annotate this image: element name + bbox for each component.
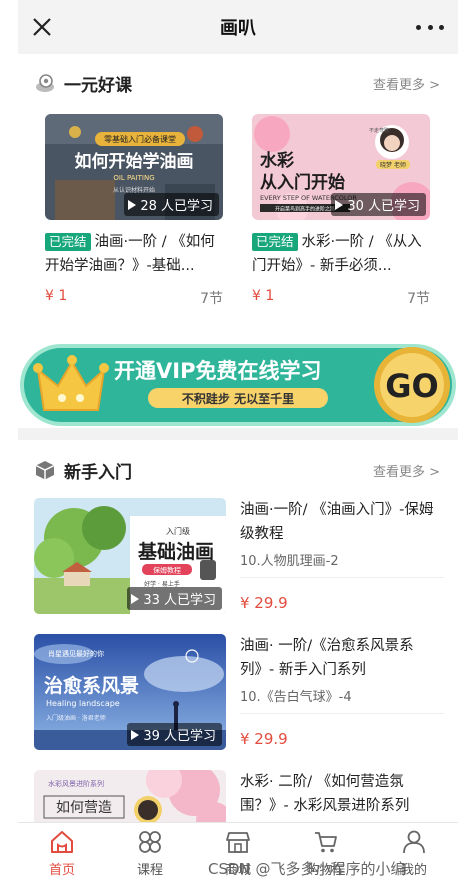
lesson-count: 7节 [200,291,223,307]
course-thumbnail: 零基础入门必备课堂 如何开始学油画 OIL PAITING 从认识材料开始 28… [45,114,223,220]
list-item[interactable]: 肖星遇见最好的你 治愈系风景 Healing landscape 入门级油画 ·… [34,634,444,752]
nav-label: 首页 [48,863,75,878]
course-latest-lesson: 10.《告白气球》-4 [240,686,444,714]
vip-banner[interactable]: 开通VIP免费在线学习 不积跬步 无以至千里 GO [18,340,458,430]
course-card-oil[interactable]: 零基础入门必备课堂 如何开始学油画 OIL PAITING 从认识材料开始 28… [45,114,223,308]
course-card-watercolor[interactable]: 晓梦 老师 不走弯路 水彩 从入门开始 EVERY STEP OF WATERC… [252,114,430,308]
play-icon [128,199,137,210]
view-more-link[interactable]: 查看更多 > [373,461,440,480]
course-title: 已完结 油画·一阶 / 《如何开始学油画？》-基础... [45,233,215,274]
thumb-line1: 零基础入门必备课堂 [104,134,176,144]
thumb-sub: Healing landscape [46,699,120,708]
app-frame: 画叭 一元好课 查看更多 > 零基础入门必备课堂 如何开始学油画 OIL PAI… [18,0,458,888]
play-icon [131,729,140,740]
vip-headline: 开通VIP免费在线学习 [114,359,321,383]
course-price: ¥ 29.9 [240,730,288,748]
course-price: ¥ 1 [252,288,275,304]
section-header-beginner: 新手入门 查看更多 > [18,455,458,485]
status-badge: 已完结 [45,233,91,251]
learners-badge: 39 人已学习 [127,723,222,746]
box-icon [35,461,55,480]
close-icon[interactable] [28,13,56,41]
course-latest-lesson: 10.人物肌理画-2 [240,550,444,578]
cart-icon [315,832,337,853]
thumb-line3: OIL PAITING [113,174,154,182]
thumb-line2: 如何开始学油画 [75,151,194,172]
course-title: 油画·一阶/ 《油画入门》-保姆级教程 [240,502,434,542]
course-price: ¥ 29.9 [240,594,288,612]
more-options-icon[interactable] [416,14,444,40]
vip-go: GO [385,367,438,405]
top-bar: 画叭 [18,0,458,54]
user-icon [403,830,425,854]
thumb-tag: 肖星遇见最好的你 [48,649,104,658]
thumb-tag: 水彩风景进阶系列 [48,779,104,788]
play-icon [335,199,344,210]
course-title: 水彩· 二阶/ 《如何营造氛围？》- 水彩风景进阶系列 [240,774,410,814]
nav-courses[interactable]: 课程 [106,823,194,888]
thumb-title: 如何营造 [56,800,112,816]
thumb-title: 治愈系风景 [44,674,139,697]
course-thumbnail: 入门级 基础油画 保姆教程 好学 · 易上手 33 人已学习 [34,498,226,614]
thumb-line2: 从入门开始 [260,172,345,193]
learners-badge: 28 人已学习 [124,193,219,216]
thumb-tag: 入门级 [166,526,190,536]
thumb-sub: 保姆教程 [153,566,181,575]
thumb-title: 基础油画 [137,540,214,563]
course-thumbnail: 晓梦 老师 不走弯路 水彩 从入门开始 EVERY STEP OF WATERC… [252,114,430,220]
watermark-text: CSDN @飞多多小程序的小编 [208,860,406,878]
home-icon [51,831,73,853]
vip-slogan: 不积跬步 无以至千里 [182,391,294,406]
course-title: 油画· 一阶/《治愈系风景系列》- 新手入门系列 [240,638,414,678]
section-header-one-yuan: 一元好课 查看更多 > [18,68,458,98]
play-icon [131,593,140,604]
nav-home[interactable]: 首页 [18,823,106,888]
thumb-line1: 水彩 [260,150,294,171]
status-badge: 已完结 [252,233,298,251]
nav-label: 课程 [136,863,163,878]
store-icon [226,832,250,853]
thumb-teacher: 晓梦 老师 [380,161,406,169]
grid-icon [139,831,161,853]
lesson-count: 7节 [407,291,430,307]
section-title: 新手入门 [64,462,132,483]
course-thumbnail: 肖星遇见最好的你 治愈系风景 Healing landscape 入门级油画 ·… [34,634,226,750]
vip-banner-image: 开通VIP免费在线学习 不积跬步 无以至千里 GO [20,344,456,426]
thumb-line4: 开启菜鸟到高手的进阶之路 [275,206,335,213]
thumb-side: 不走弯路 [369,127,389,134]
cloud-course-icon [36,74,54,92]
section-divider [18,428,458,440]
learners-badge: 30 人已学习 [331,193,426,216]
section-title: 一元好课 [64,75,132,96]
list-item[interactable]: 入门级 基础油画 保姆教程 好学 · 易上手 33 人已学习 油画·一阶/ 《油… [34,498,444,616]
course-price: ¥ 1 [45,288,68,304]
course-title: 已完结 水彩·一阶 / 《从入门开始》- 新手必须... [252,233,422,274]
page-title: 画叭 [220,18,256,39]
learners-badge: 33 人已学习 [127,587,222,610]
thumb-note: 入门级油画 · 洛君老师 [46,714,106,722]
view-more-link[interactable]: 查看更多 > [373,74,440,93]
